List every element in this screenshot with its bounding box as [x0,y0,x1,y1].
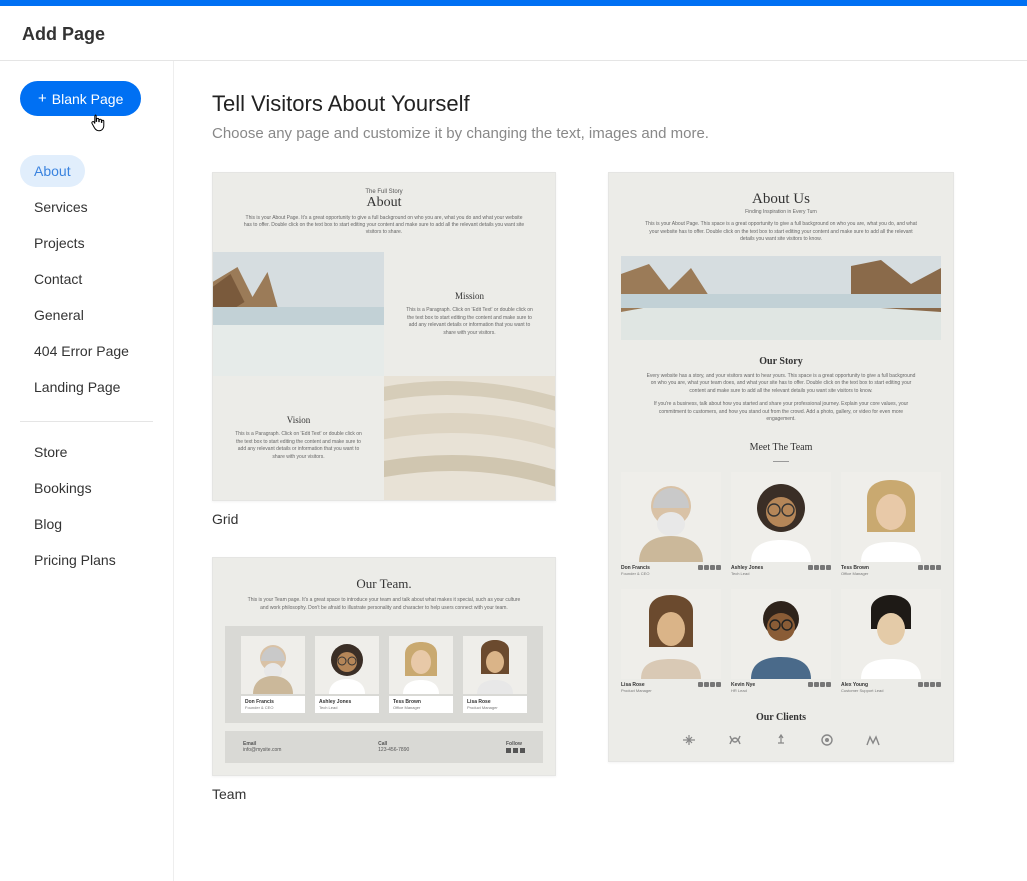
sidebar-item-bookings[interactable]: Bookings [20,472,106,504]
sidebar-item-pricing[interactable]: Pricing Plans [20,544,130,576]
client-logo-icon [818,733,836,747]
template-team[interactable]: Our Team. This is your Team page. It's a… [212,557,556,803]
aboutus-meet-title: Meet The Team [609,442,953,453]
team-contact-row: Emailinfo@mysite.com Call123-456-7890 Fo… [225,731,543,763]
sidebar-item-landing[interactable]: Landing Page [20,371,134,403]
sidebar-item-blog[interactable]: Blog [20,508,76,540]
template-grid-label: Grid [212,511,556,527]
cursor-hand-icon [90,114,173,137]
client-logo-icon [726,733,744,747]
grid-image-marble [384,376,555,500]
grid-desc: This is your About Page. It's a great op… [243,215,525,236]
aboutus-clients-title: Our Clients [609,712,953,723]
template-team-label: Team [212,786,556,802]
sidebar-item-store[interactable]: Store [20,436,81,468]
sidebar-item-projects[interactable]: Projects [20,227,99,259]
aboutus-story-title: Our Story [644,356,918,367]
aboutus-tagline: Finding Inspiration in Every Turn [644,209,918,215]
client-logo-icon [864,733,882,747]
blank-page-button[interactable]: + Blank Page [20,81,141,116]
page-title: Add Page [0,6,1027,61]
main-title: Tell Visitors About Yourself [212,91,989,117]
team-members-row: Don FrancisFounder & CEO Ashley JonesTec… [225,626,543,723]
grid-image-beach [213,252,384,376]
nav-secondary: Store Bookings Blog Pricing Plans [20,436,173,580]
client-logos [609,733,953,747]
sidebar-item-general[interactable]: General [20,299,98,331]
template-grid[interactable]: The Full Story About This is your About … [212,172,556,527]
plus-icon: + [38,90,47,107]
team-title: Our Team. [243,576,525,592]
grid-vision-block: Vision This is a Paragraph. Click on 'Ed… [213,376,384,500]
aboutus-banner-image [621,256,941,340]
sidebar-item-about[interactable]: About [20,155,85,187]
blank-page-button-label: Blank Page [52,91,124,107]
sidebar: + Blank Page About Services Projects Con… [0,61,174,881]
sidebar-item-contact[interactable]: Contact [20,263,96,295]
nav-separator [20,421,153,422]
template-about-us[interactable]: About Us Finding Inspiration in Every Tu… [608,172,954,762]
main-content: Tell Visitors About Yourself Choose any … [174,61,1027,881]
aboutus-title: About Us [644,191,918,208]
nav-primary: About Services Projects Contact General … [20,155,173,407]
client-logo-icon [772,733,790,747]
sidebar-item-404[interactable]: 404 Error Page [20,335,143,367]
grid-title: About [243,195,525,211]
client-logo-icon [680,733,698,747]
team-desc: This is your Team page. It's a great spa… [243,597,525,612]
grid-mission-block: Mission This is a Paragraph. Click on 'E… [384,252,555,376]
aboutus-desc: This is your About Page. This space is a… [644,221,918,244]
main-subtitle: Choose any page and customize it by chan… [212,125,989,142]
aboutus-team-grid: Don FrancisFounder & CEO Ashley JonesTec… [609,472,953,696]
sidebar-item-services[interactable]: Services [20,191,102,223]
